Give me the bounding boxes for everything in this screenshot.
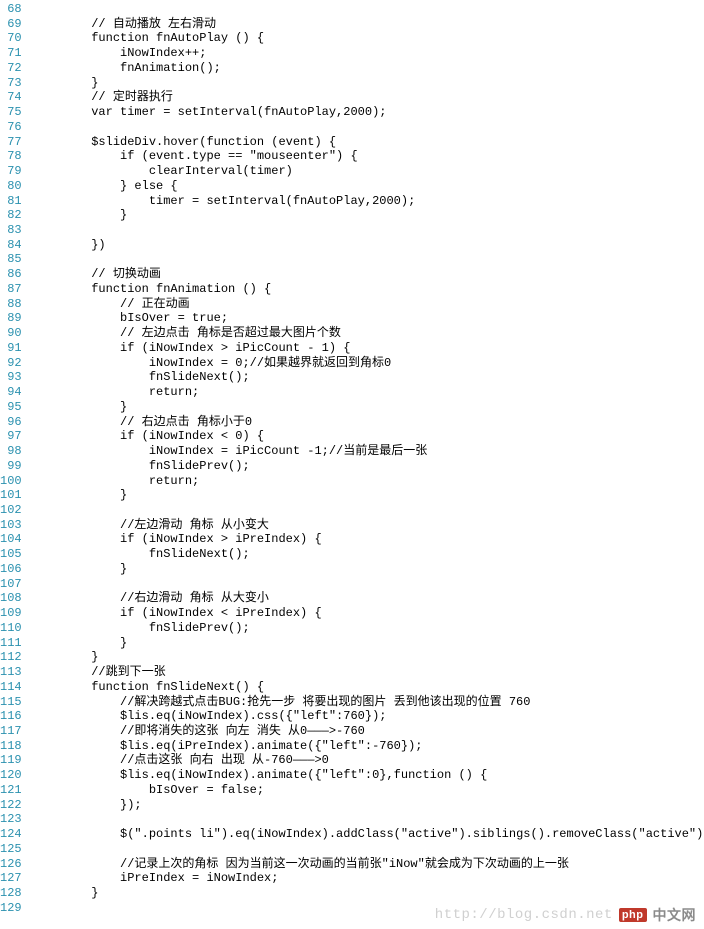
line-number-gutter: 68 69 70 71 72 73 74 75 76 77 78 79 80 8…	[0, 0, 28, 929]
code-editor: 68 69 70 71 72 73 74 75 76 77 78 79 80 8…	[0, 0, 704, 929]
code-content: // 自动播放 左右滑动 function fnAutoPlay () { iN…	[28, 0, 704, 929]
